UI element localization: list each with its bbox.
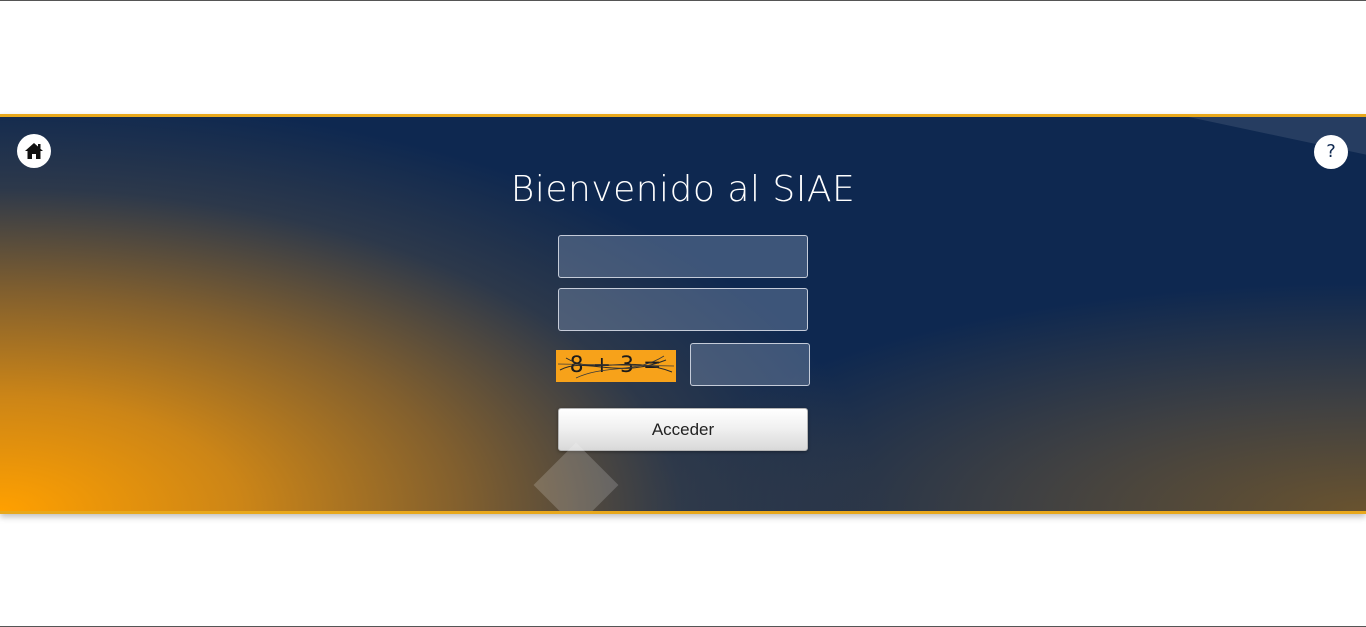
home-icon <box>25 143 43 159</box>
login-submit-button[interactable]: Acceder <box>558 408 808 451</box>
help-icon: ? <box>1326 141 1336 162</box>
help-button[interactable]: ? <box>1314 135 1348 169</box>
decorative-diamond <box>533 442 619 511</box>
captcha-answer-input[interactable] <box>690 343 810 386</box>
password-input[interactable] <box>558 288 808 331</box>
captcha-image: 8 + 3 = <box>556 350 676 382</box>
login-banner: ? Bienvenido al SIAE 8 + 3 = Acceder <box>0 114 1366 514</box>
home-button[interactable] <box>17 134 51 168</box>
page-title: Bienvenido al SIAE <box>510 169 856 210</box>
username-input[interactable] <box>558 235 808 278</box>
captcha-noise <box>557 355 675 379</box>
top-divider <box>0 0 1366 1</box>
